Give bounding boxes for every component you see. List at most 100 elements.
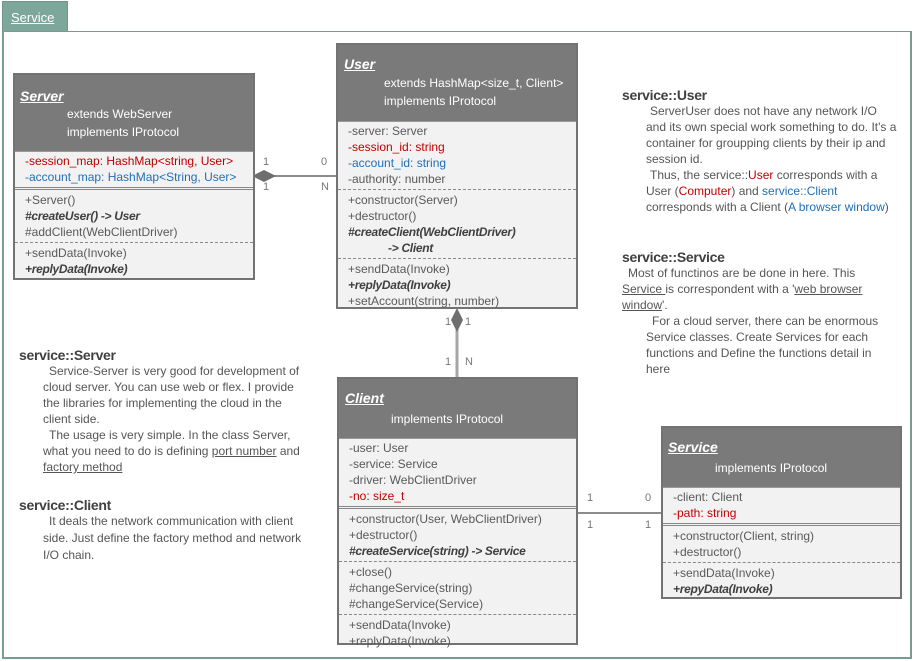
class-service-header: Service implements IProtocol bbox=[663, 428, 900, 488]
method: +repyData(Invoke) bbox=[673, 582, 773, 596]
method: #createClient(WebClientDriver) bbox=[348, 225, 516, 239]
class-client-header: Client implements IProtocol bbox=[339, 379, 576, 439]
mult-user-client-b-right: N bbox=[465, 356, 473, 368]
class-server-methods-io: +sendData(Invoke) +replyData(Invoke) bbox=[15, 244, 253, 278]
class-server[interactable]: Server extends WebServer implements IPro… bbox=[13, 73, 255, 280]
class-service-attributes: -client: Client -path: string bbox=[663, 488, 900, 522]
note-service-server: service::Server Service-Server is very g… bbox=[19, 347, 304, 475]
class-client-methods-io: +sendData(Invoke) +replyData(Invoke) bbox=[339, 616, 576, 650]
class-service[interactable]: Service implements IProtocol -client: Cl… bbox=[661, 426, 902, 599]
note-link-service[interactable]: Service bbox=[622, 282, 665, 296]
note-text: Thus, the service:: bbox=[650, 168, 749, 182]
mult-client-service-b-top: 0 bbox=[645, 492, 652, 504]
note-title: service::Client bbox=[19, 497, 111, 513]
divider bbox=[339, 614, 576, 615]
user-composition-diamond bbox=[451, 308, 463, 332]
note-text: ) and bbox=[731, 184, 763, 198]
method: +sendData(Invoke) bbox=[349, 618, 451, 632]
class-client-methods-service: +close() #changeService(string) #changeS… bbox=[339, 563, 576, 613]
divider bbox=[338, 258, 576, 259]
divider bbox=[663, 562, 900, 563]
method: #addClient(WebClientDriver) bbox=[25, 225, 178, 239]
class-client-methods: +constructor(User, WebClientDriver) +des… bbox=[339, 510, 576, 560]
method: +sendData(Invoke) bbox=[25, 246, 127, 260]
note-service-client: service::Client It deals the network com… bbox=[19, 497, 304, 564]
attribute: -account_map: HashMap<String, User> bbox=[25, 170, 237, 184]
mult-server-user-b-top: 0 bbox=[321, 156, 328, 168]
method: +close() bbox=[349, 565, 393, 579]
note-link-port-number[interactable]: port number bbox=[212, 444, 277, 458]
mult-user-client-a-right: 1 bbox=[465, 316, 472, 328]
attribute: -session_map: HashMap<string, User> bbox=[25, 154, 234, 168]
note-body: ServerUser does not have any network I/O… bbox=[622, 103, 897, 215]
attribute: -driver: WebClientDriver bbox=[349, 473, 477, 487]
class-client[interactable]: Client implements IProtocol -user: User … bbox=[337, 377, 578, 648]
method-continuation: -> Client bbox=[388, 241, 433, 255]
note-title: service::User bbox=[622, 87, 707, 103]
divider bbox=[339, 561, 576, 562]
note-text: ) bbox=[884, 200, 889, 214]
method: +Server() bbox=[25, 193, 76, 207]
note-text: '. bbox=[662, 298, 668, 312]
mult-server-user-b-bottom: N bbox=[321, 181, 329, 193]
note-text: is correspondent with a ' bbox=[665, 282, 795, 296]
attribute: -server: Server bbox=[348, 124, 428, 138]
note-service-service: service::Service Most of functinos are b… bbox=[622, 249, 897, 377]
mult-user-client-a-left: 1 bbox=[445, 316, 452, 328]
mult-server-user-a-top: 1 bbox=[263, 156, 270, 168]
class-service-methods-io: +sendData(Invoke) +repyData(Invoke) bbox=[663, 564, 900, 598]
class-server-extends: extends WebServer bbox=[67, 107, 173, 121]
class-service-name: Service bbox=[668, 439, 718, 455]
mult-server-user-a-bottom: 1 bbox=[263, 181, 270, 193]
class-server-methods: +Server() #createUser() -> User #addClie… bbox=[15, 191, 253, 241]
note-link-factory-method[interactable]: factory method bbox=[43, 460, 122, 474]
method: #changeService(Service) bbox=[349, 597, 484, 611]
divider bbox=[338, 189, 576, 190]
class-user-name: User bbox=[344, 56, 376, 72]
class-user-implements: implements IProtocol bbox=[384, 94, 497, 108]
method: +sendData(Invoke) bbox=[673, 566, 775, 580]
class-service-implements: implements IProtocol bbox=[715, 461, 828, 475]
method: #createUser() -> User bbox=[25, 209, 140, 223]
note-paragraph: The usage is very simple. In the class S… bbox=[43, 427, 304, 475]
note-highlight-client: service::Client bbox=[762, 184, 838, 198]
note-highlight-computer: Computer bbox=[678, 184, 732, 198]
mult-client-service-a-bottom: 1 bbox=[587, 519, 594, 531]
note-paragraph: It deals the network communication with … bbox=[43, 514, 302, 562]
method: +replyData(Invoke) bbox=[348, 278, 451, 292]
note-title: service::Server bbox=[19, 347, 116, 363]
note-highlight-browser: A browser window bbox=[788, 200, 885, 214]
mult-client-service-a-top: 1 bbox=[587, 492, 594, 504]
note-paragraph: Most of functinos are be done in here. T… bbox=[622, 265, 897, 313]
class-server-attributes: -session_map: HashMap<string, User> -acc… bbox=[15, 152, 253, 186]
divider bbox=[339, 506, 576, 509]
attribute: -no: size_t bbox=[349, 489, 405, 503]
class-user-attributes: -server: Server -session_id: string -acc… bbox=[338, 122, 576, 188]
method: +constructor(User, WebClientDriver) bbox=[349, 512, 542, 526]
method: +replyData(Invoke) bbox=[25, 262, 128, 276]
method: +sendData(Invoke) bbox=[348, 262, 450, 276]
class-user[interactable]: User extends HashMap<size_t, Client> imp… bbox=[336, 43, 578, 309]
method: #changeService(string) bbox=[349, 581, 473, 595]
note-paragraph: For a cloud server, there can be enormou… bbox=[646, 314, 879, 376]
class-user-methods: +constructor(Server) +destructor() #crea… bbox=[338, 191, 576, 257]
attribute: -user: User bbox=[349, 441, 409, 455]
note-paragraph: Thus, the service::User corresponds with… bbox=[646, 167, 897, 215]
note-text: and bbox=[276, 444, 300, 458]
class-user-extends: extends HashMap<size_t, Client> bbox=[384, 76, 564, 90]
class-server-header: Server extends WebServer implements IPro… bbox=[15, 75, 253, 152]
class-client-attributes: -user: User -service: Service -driver: W… bbox=[339, 439, 576, 505]
method: +setAccount(string, number) bbox=[348, 294, 500, 308]
class-user-header: User extends HashMap<size_t, Client> imp… bbox=[338, 45, 576, 122]
note-text: corresponds with a Client ( bbox=[646, 200, 789, 214]
method: +destructor() bbox=[349, 528, 418, 542]
class-server-implements: implements IProtocol bbox=[67, 125, 180, 139]
attribute: -service: Service bbox=[349, 457, 438, 471]
note-title: service::Service bbox=[622, 249, 725, 265]
method: +replyData(Invoke) bbox=[349, 634, 451, 648]
class-service-methods: +constructor(Client, string) +destructor… bbox=[663, 527, 900, 561]
attribute: -path: string bbox=[673, 506, 737, 520]
class-user-methods-io: +sendData(Invoke) +replyData(Invoke) +se… bbox=[338, 260, 576, 310]
method: #createService(string) -> Service bbox=[349, 544, 526, 558]
note-text: Most of functinos are be done in here. T… bbox=[628, 266, 856, 280]
